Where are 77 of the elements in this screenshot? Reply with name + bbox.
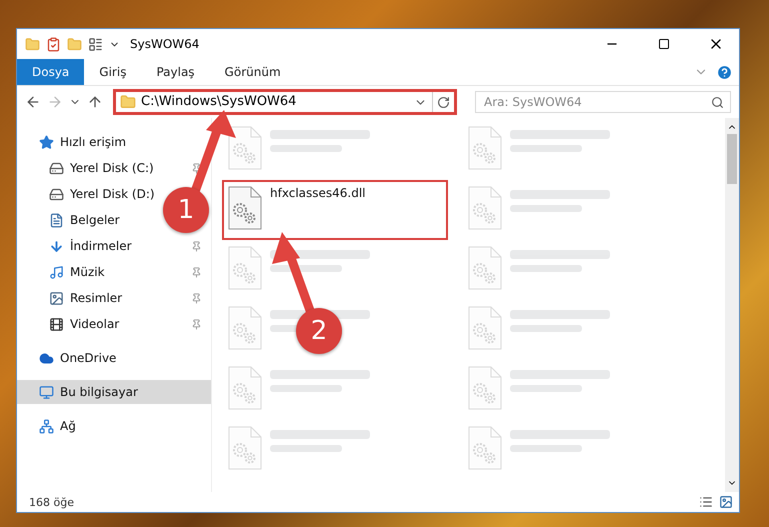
- search-icon: [711, 96, 724, 108]
- back-icon: [25, 94, 41, 110]
- document-icon: [49, 212, 64, 228]
- sidebar-item[interactable]: Yerel Disk (D:): [49, 182, 155, 206]
- forward-icon: [47, 94, 63, 110]
- star-icon: [39, 134, 54, 150]
- search-field[interactable]: Ara: SysWOW64: [475, 91, 731, 113]
- drive-icon: [49, 186, 64, 202]
- sidebar-label: Videolar: [70, 317, 120, 331]
- gear-file-icon: [468, 366, 502, 410]
- gear-file-icon: [468, 306, 502, 350]
- sidebar-label: OneDrive: [60, 351, 116, 365]
- pin-icon[interactable]: [191, 162, 202, 174]
- address-field[interactable]: C:\Windows\SysWOW64: [113, 89, 457, 115]
- gear-file-icon: [228, 126, 262, 170]
- gear-file-icon: [228, 366, 262, 410]
- view-icon[interactable]: [88, 36, 103, 52]
- details-view-icon[interactable]: [699, 495, 713, 509]
- sidebar-item[interactable]: Belgeler: [49, 208, 120, 232]
- folder-icon: [120, 94, 136, 110]
- maximize-icon: [658, 38, 670, 50]
- scrollbar[interactable]: [725, 118, 739, 492]
- sidebar-label: Bu bilgisayar: [60, 385, 138, 399]
- properties-icon[interactable]: [46, 36, 61, 52]
- sidebar-label: Yerel Disk (D:): [70, 187, 155, 201]
- window-title: SysWOW64: [130, 37, 200, 51]
- sidebar-item[interactable]: Yerel Disk (C:): [49, 156, 154, 180]
- file-item[interactable]: hfxclasses46.dll: [222, 180, 448, 240]
- sidebar-item[interactable]: OneDrive: [17, 346, 211, 370]
- sidebar-item[interactable]: Ağ: [17, 414, 211, 438]
- help-icon[interactable]: [716, 64, 733, 80]
- gear-file-icon: [468, 426, 502, 470]
- scroll-thumb[interactable]: [727, 134, 737, 184]
- gear-file-icon: [468, 186, 502, 230]
- gear-file-icon: [228, 246, 262, 290]
- blurred-text-bar: [270, 265, 342, 272]
- ribbon-tab[interactable]: Giriş: [84, 59, 142, 85]
- pin-icon[interactable]: [191, 240, 202, 252]
- ribbon-tab[interactable]: Görünüm: [210, 59, 296, 85]
- pin-icon[interactable]: [191, 266, 202, 278]
- pin-icon[interactable]: [191, 292, 202, 304]
- sidebar-item[interactable]: Müzik: [49, 260, 105, 284]
- ribbon-tab[interactable]: Paylaş: [141, 59, 210, 85]
- gear-file-icon: [228, 186, 262, 230]
- drive-icon: [49, 160, 64, 176]
- sidebar-label: Ağ: [60, 419, 76, 433]
- gear-file-icon: [468, 246, 502, 290]
- picture-icon: [49, 290, 64, 306]
- gear-file-icon: [228, 426, 262, 470]
- sidebar-item[interactable]: Bu bilgisayar: [17, 380, 211, 404]
- file-name: hfxclasses46.dll: [270, 186, 366, 200]
- sidebar-item[interactable]: Resimler: [49, 286, 122, 310]
- sidebar-item[interactable]: İndirmeler: [49, 234, 132, 258]
- address-path: C:\Windows\SysWOW64: [141, 95, 298, 109]
- sidebar-label: Belgeler: [70, 213, 120, 227]
- thumbnail-view-icon[interactable]: [719, 495, 733, 509]
- up-button[interactable]: [87, 94, 103, 110]
- sidebar-label: Resimler: [70, 291, 122, 305]
- network-icon: [39, 418, 54, 434]
- film-icon: [49, 316, 64, 332]
- back-button[interactable]: [25, 94, 41, 110]
- download-icon: [49, 238, 64, 254]
- gear-file-icon: [468, 126, 502, 170]
- refresh-icon: [437, 96, 450, 108]
- cloud-icon: [39, 350, 54, 366]
- sidebar-item[interactable]: Videolar: [49, 312, 120, 336]
- sidebar-label: Müzik: [70, 265, 105, 279]
- sidebar-label: İndirmeler: [70, 239, 132, 253]
- sidebar-label: Yerel Disk (C:): [70, 161, 154, 175]
- monitor-icon: [39, 384, 54, 400]
- sidebar-item[interactable]: Hızlı erişim: [17, 130, 211, 154]
- gear-file-icon: [228, 306, 262, 350]
- music-note-icon: [49, 264, 64, 280]
- sidebar-label: Hızlı erişim: [60, 135, 126, 149]
- pin-icon[interactable]: [191, 318, 202, 330]
- item-count: 168 öğe: [29, 496, 74, 508]
- ribbon-tab[interactable]: Dosya: [17, 59, 84, 85]
